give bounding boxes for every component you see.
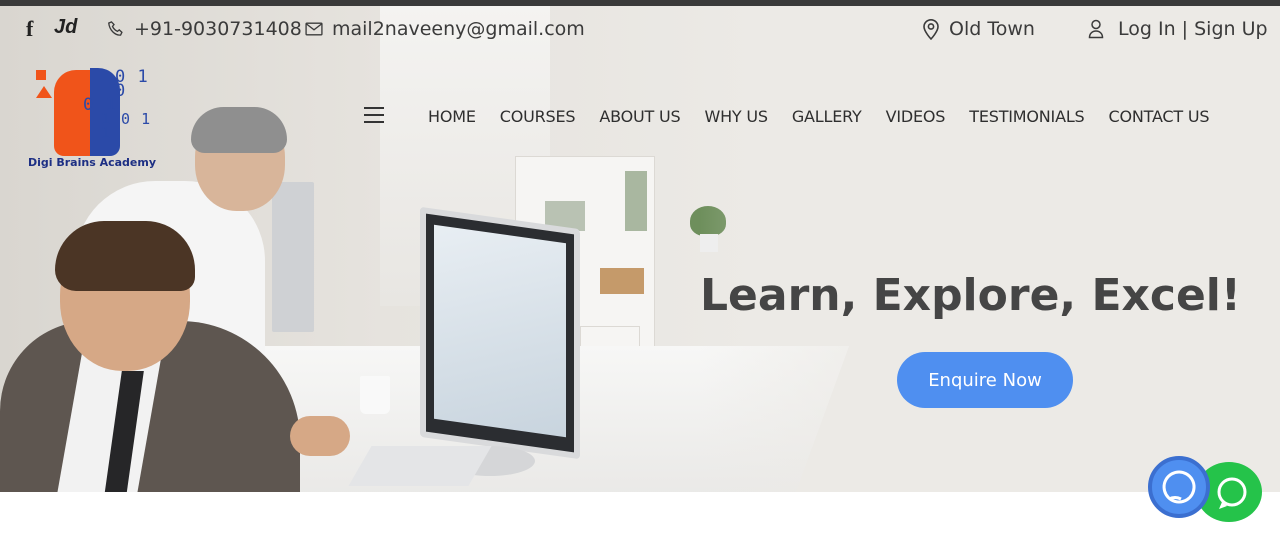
nav-item-home[interactable]: HOME bbox=[428, 107, 476, 126]
mail-icon bbox=[304, 19, 324, 39]
logo-triangle-shape bbox=[36, 86, 52, 98]
email-contact[interactable]: mail2naveeny@gmail.com bbox=[304, 6, 585, 52]
phone-contact[interactable]: +91-9030731408 bbox=[106, 6, 302, 52]
nav-item-videos[interactable]: VIDEOS bbox=[886, 107, 946, 126]
location[interactable]: Old Town bbox=[922, 6, 1035, 52]
nav-item-testimonials[interactable]: TESTIMONIALS bbox=[969, 107, 1084, 126]
map-pin-icon bbox=[922, 18, 940, 40]
phone-number: +91-9030731408 bbox=[134, 18, 302, 40]
phone-icon bbox=[106, 19, 126, 39]
nav-item-gallery[interactable]: GALLERY bbox=[792, 107, 862, 126]
enquire-now-button[interactable]: Enquire Now bbox=[897, 352, 1073, 408]
logo-binary-digits: 0 1 0 0 1 1 0 1 1 bbox=[83, 67, 152, 142]
justdial-icon[interactable]: Jd bbox=[54, 16, 77, 39]
page: f Jd +91-9030731408 mail2naveeny@gmail.c… bbox=[0, 0, 1280, 544]
background-keyboard bbox=[348, 446, 492, 486]
facebook-icon[interactable]: f bbox=[26, 16, 33, 42]
nav-item-courses[interactable]: COURSES bbox=[500, 107, 576, 126]
hero-banner bbox=[0, 6, 1280, 492]
auth-links[interactable]: Log In | Sign Up bbox=[1088, 6, 1268, 52]
location-text: Old Town bbox=[949, 18, 1035, 40]
nav-item-why-us[interactable]: WHY US bbox=[704, 107, 768, 126]
main-nav: HOME COURSES ABOUT US WHY US GALLERY VID… bbox=[416, 100, 1221, 132]
user-icon bbox=[1088, 19, 1104, 39]
top-bar: f Jd +91-9030731408 mail2naveeny@gmail.c… bbox=[0, 6, 1280, 52]
background-mug bbox=[360, 376, 390, 414]
logo-name: Digi Brains Academy bbox=[28, 156, 157, 169]
background-binder bbox=[625, 171, 647, 231]
menu-hamburger-icon[interactable] bbox=[364, 107, 386, 123]
person-seated bbox=[0, 221, 350, 492]
email-address: mail2naveeny@gmail.com bbox=[332, 18, 585, 40]
nav-item-contact-us[interactable]: CONTACT US bbox=[1108, 107, 1209, 126]
hero-fade-overlay bbox=[700, 6, 1280, 492]
chat-icon[interactable] bbox=[1148, 456, 1210, 518]
background-monitor bbox=[420, 206, 580, 460]
nav-item-about-us[interactable]: ABOUT US bbox=[599, 107, 680, 126]
background-box bbox=[600, 268, 644, 294]
logo-square-shape bbox=[36, 70, 46, 80]
site-logo[interactable]: 0 1 0 0 1 1 0 1 1 Digi Brains Academy bbox=[24, 64, 157, 174]
login-signup-link[interactable]: Log In | Sign Up bbox=[1118, 18, 1268, 40]
hero-headline: Learn, Explore, Excel! bbox=[700, 270, 1241, 321]
